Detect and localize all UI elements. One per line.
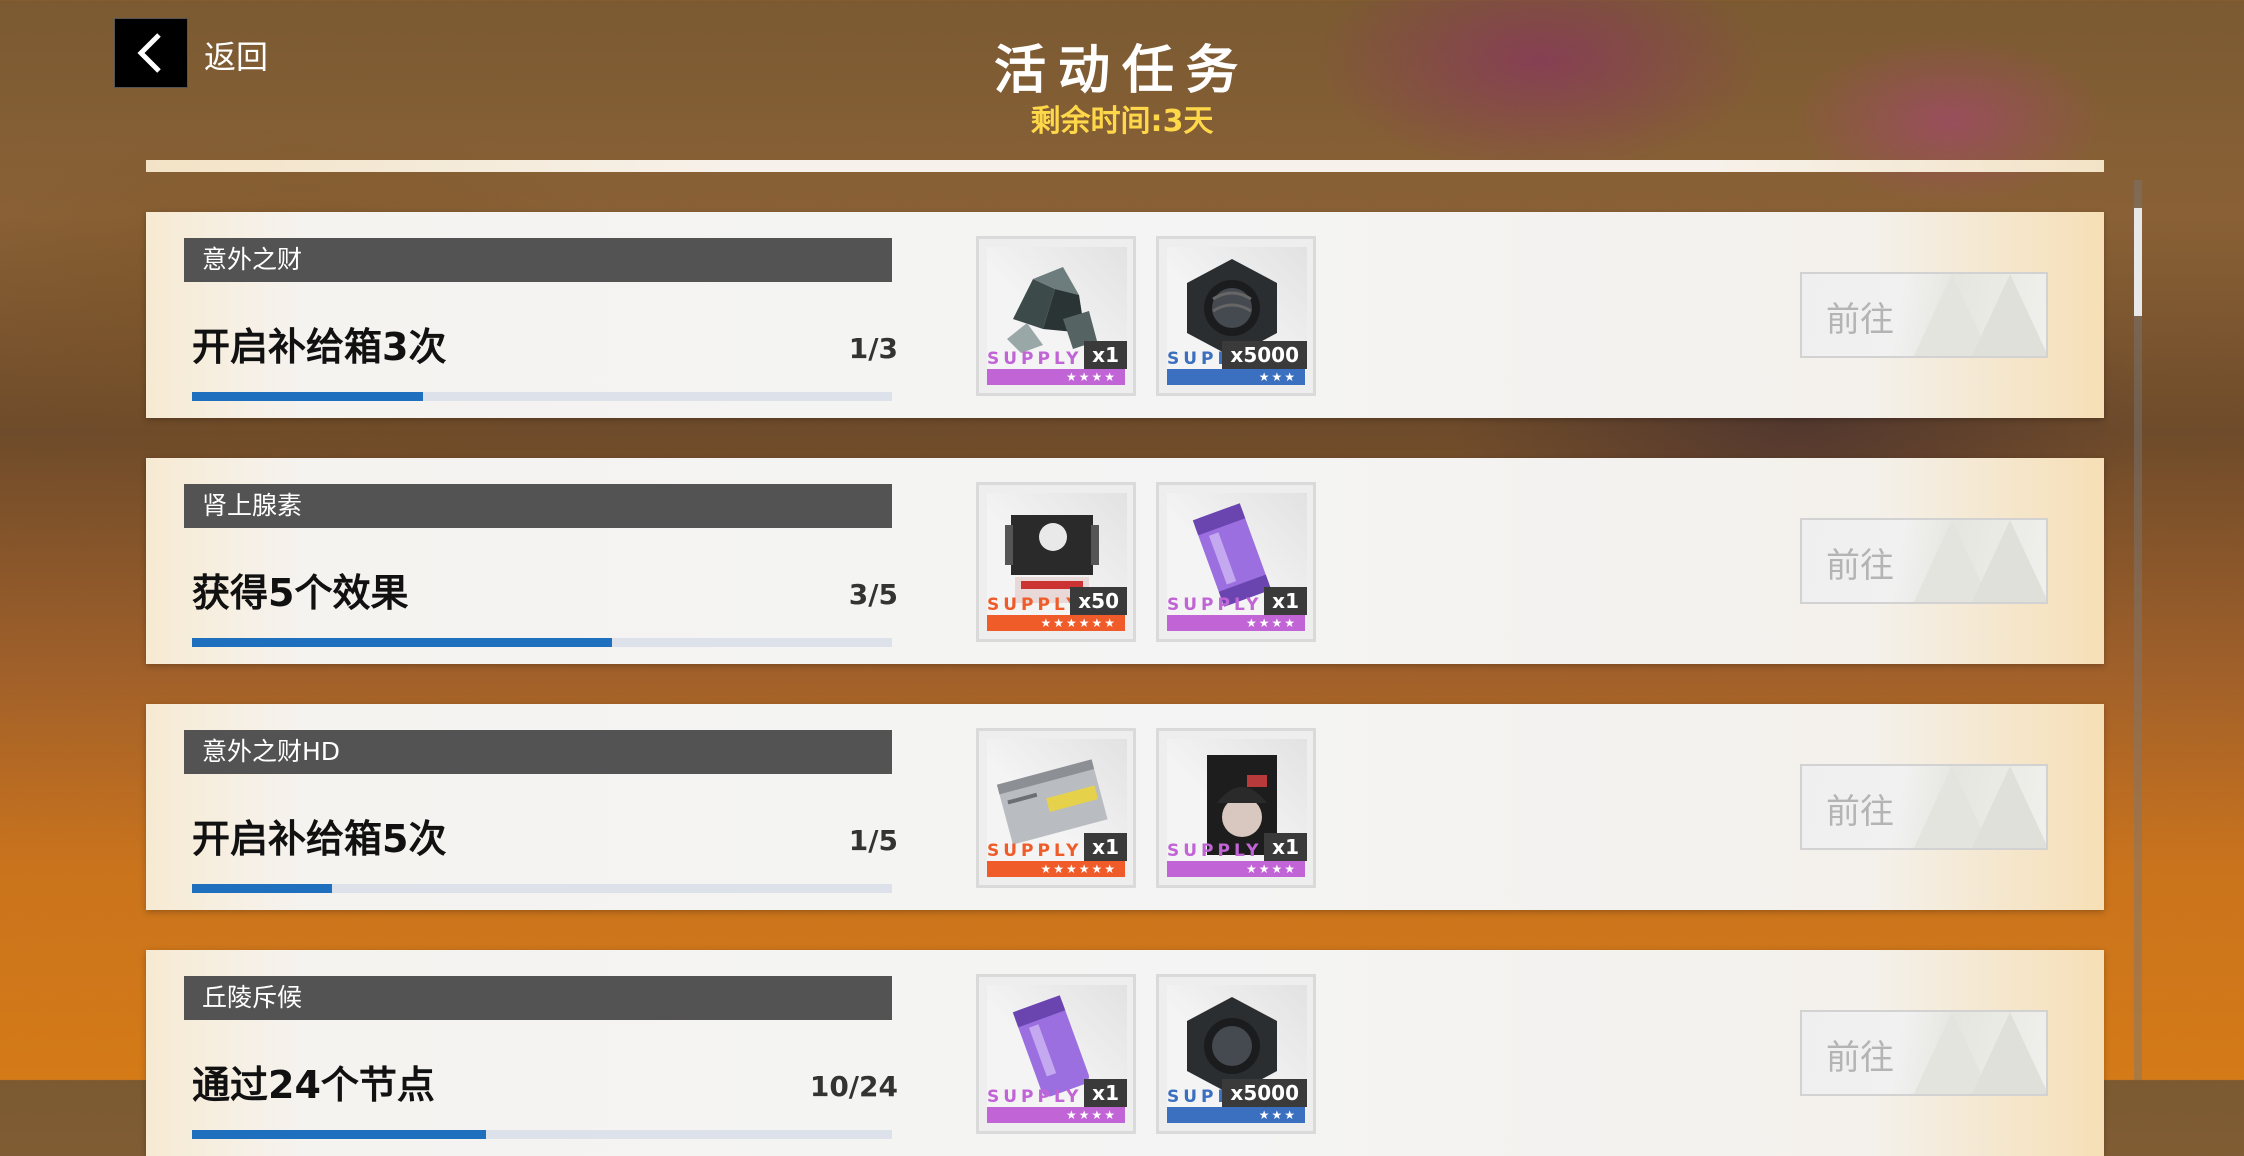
task-name: 丘陵斥候	[184, 976, 892, 1020]
rarity-stars: ★★★★	[987, 369, 1125, 385]
goto-label: 前往	[1826, 546, 1894, 586]
reward-quantity: x1	[1264, 833, 1307, 861]
task-progress-count: 3/5	[848, 578, 898, 611]
remaining-time-label: 剩余时间:	[1030, 104, 1163, 139]
task-description: 开启补给箱3次	[192, 325, 447, 369]
supply-label: SUPPLY	[987, 1087, 1083, 1107]
task-name: 肾上腺素	[184, 484, 892, 528]
supply-label: SUPPLY	[1167, 841, 1263, 861]
task-card: 意外之财HD 开启补给箱5次 1/5 SUPPLY x1 ★★★★★★ SUPP…	[146, 704, 2104, 910]
previous-card-edge	[146, 160, 2104, 172]
goto-label: 前往	[1826, 792, 1894, 832]
goto-button[interactable]: 前往	[1800, 764, 2048, 850]
top-bar: 返回 活动任务 剩余时间:3天	[0, 0, 2244, 160]
rarity-stars: ★★★★	[1167, 861, 1305, 877]
reward-item[interactable]: SUPPLY x1 ★★★★	[976, 974, 1136, 1134]
rarity-stars: ★★★	[1167, 1107, 1305, 1123]
progress-bar	[192, 392, 892, 401]
task-card: 意外之财 开启补给箱3次 1/3 SUPPLY x1 ★★★★ SUPPLY x…	[146, 212, 2104, 418]
reward-item[interactable]: SUPPLY x1 ★★★★	[1156, 728, 1316, 888]
task-description: 获得5个效果	[192, 571, 409, 615]
rarity-stars: ★★★★	[1167, 615, 1305, 631]
progress-fill	[192, 638, 612, 647]
reward-quantity: x1	[1084, 833, 1127, 861]
remaining-time: 剩余时间:3天	[0, 96, 2244, 140]
reward-item[interactable]: SUPPLY x1 ★★★★	[1156, 482, 1316, 642]
task-description: 开启补给箱5次	[192, 817, 447, 861]
task-description: 通过24个节点	[192, 1063, 435, 1107]
progress-bar	[192, 1130, 892, 1139]
goto-button[interactable]: 前往	[1800, 518, 2048, 604]
reward-quantity: x1	[1084, 341, 1127, 369]
goto-button[interactable]: 前往	[1800, 272, 2048, 358]
reward-quantity: x1	[1264, 587, 1307, 615]
task-name: 意外之财	[184, 238, 892, 282]
task-card: 丘陵斥候 通过24个节点 10/24 SUPPLY x1 ★★★★ SUPPLY…	[146, 950, 2104, 1156]
reward-item[interactable]: SUPPLY x5000 ★★★	[1156, 974, 1316, 1134]
supply-label: SUPPLY	[987, 841, 1083, 861]
reward-item[interactable]: SUPPLY x1 ★★★★	[976, 236, 1136, 396]
rarity-stars: ★★★★★★	[987, 861, 1125, 877]
reward-item[interactable]: SUPPLY x5000 ★★★	[1156, 236, 1316, 396]
goto-label: 前往	[1826, 300, 1894, 340]
scrollbar-thumb[interactable]	[2134, 208, 2142, 316]
task-progress-count: 10/24	[809, 1070, 898, 1103]
reward-item[interactable]: SUPPLY x50 ★★★★★★	[976, 482, 1136, 642]
goto-label: 前往	[1826, 1038, 1894, 1078]
supply-label: SUPPLY	[987, 349, 1083, 369]
reward-quantity: x5000	[1222, 1079, 1307, 1107]
supply-label: SUPPLY	[1167, 595, 1263, 615]
rarity-stars: ★★★	[1167, 369, 1305, 385]
page-title: 活动任务	[993, 41, 1250, 101]
rarity-stars: ★★★★	[987, 1107, 1125, 1123]
progress-fill	[192, 884, 332, 893]
progress-fill	[192, 1130, 486, 1139]
progress-bar	[192, 638, 892, 647]
supply-label: SUPPLY	[987, 595, 1083, 615]
reward-quantity: x1	[1084, 1079, 1127, 1107]
task-progress-count: 1/5	[848, 824, 898, 857]
reward-quantity: x5000	[1222, 341, 1307, 369]
triangle-decoration-icon	[1913, 766, 2046, 848]
triangle-decoration-icon	[1913, 1012, 2046, 1094]
task-name: 意外之财HD	[184, 730, 892, 774]
reward-quantity: x50	[1070, 587, 1127, 615]
task-progress-count: 1/3	[848, 332, 898, 365]
progress-bar	[192, 884, 892, 893]
remaining-time-value: 3天	[1162, 104, 1214, 139]
progress-fill	[192, 392, 423, 401]
triangle-decoration-icon	[1913, 520, 2046, 602]
reward-item[interactable]: SUPPLY x1 ★★★★★★	[976, 728, 1136, 888]
triangle-decoration-icon	[1913, 274, 2046, 356]
task-card: 肾上腺素 获得5个效果 3/5 SUPPLY x50 ★★★★★★ SUPPLY…	[146, 458, 2104, 664]
rarity-stars: ★★★★★★	[987, 615, 1125, 631]
goto-button[interactable]: 前往	[1800, 1010, 2048, 1096]
